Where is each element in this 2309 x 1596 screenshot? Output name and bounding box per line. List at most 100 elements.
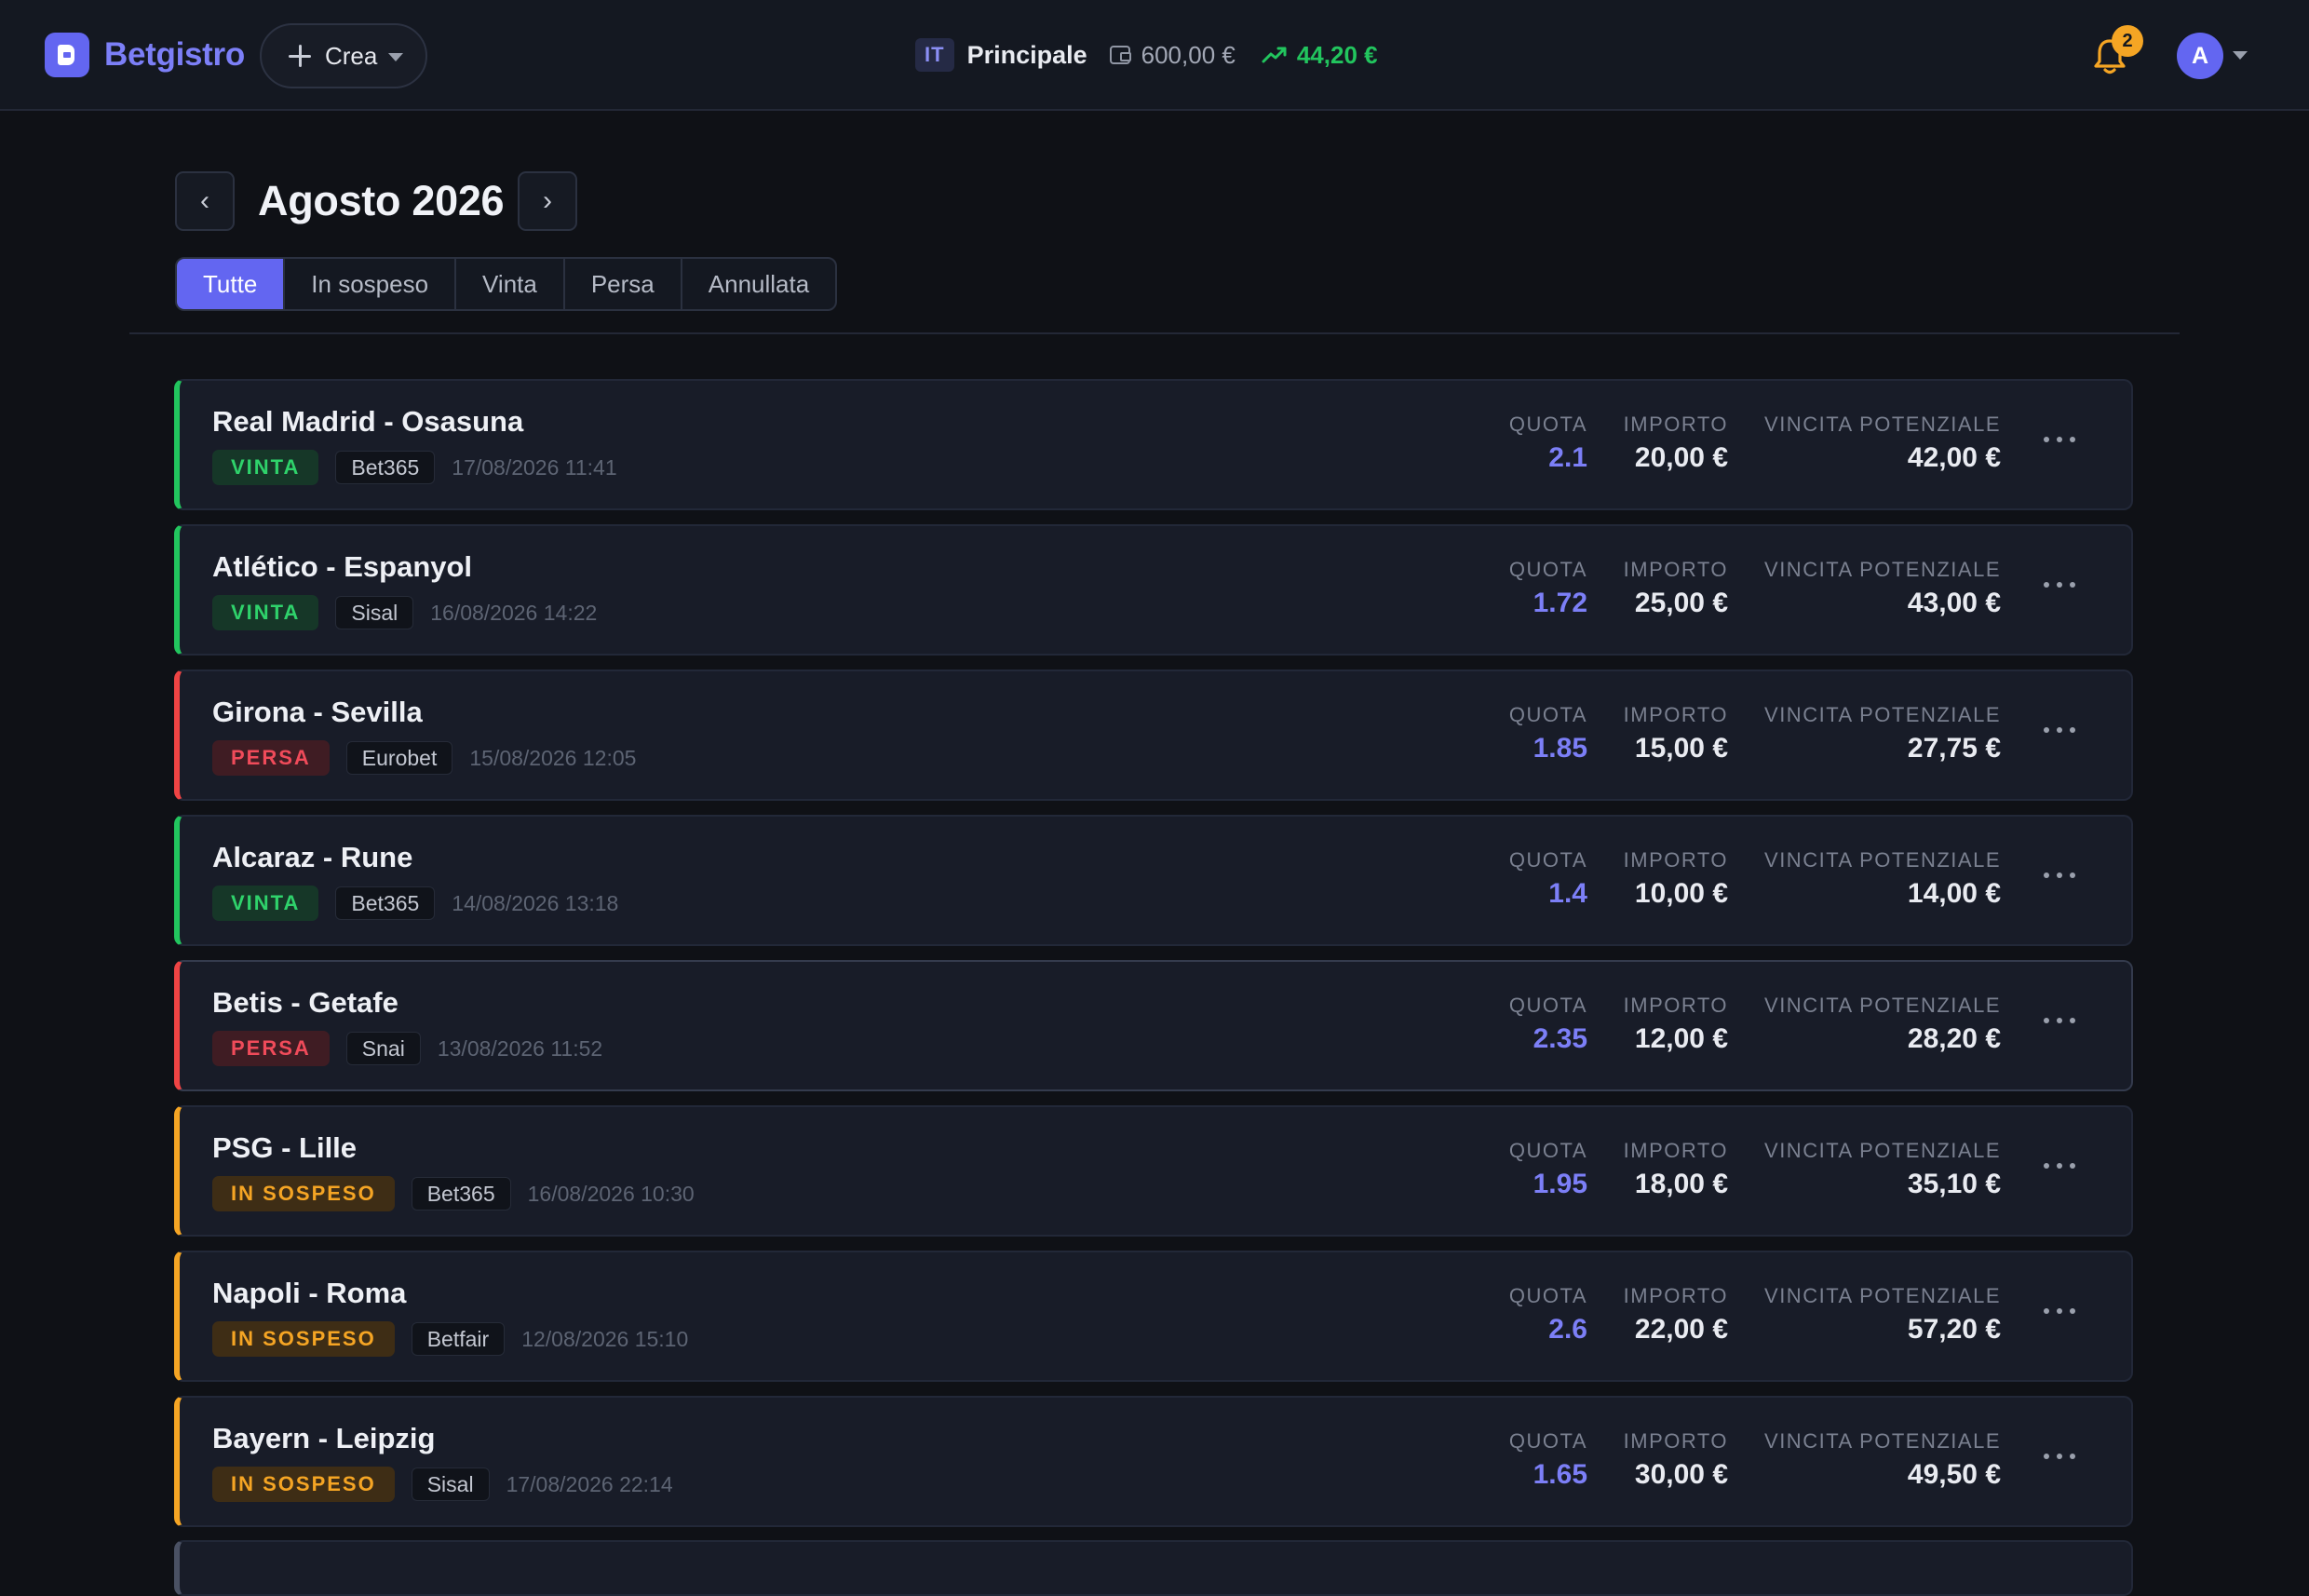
- potential-win-column: VINCITA POTENZIALE 57,20 €: [1764, 1284, 2001, 1346]
- stake-label: IMPORTO: [1623, 1429, 1728, 1453]
- odds-label: QUOTA: [1508, 558, 1587, 581]
- stake-label: IMPORTO: [1623, 994, 1728, 1017]
- bet-event: Real Madrid - Osasuna: [212, 405, 524, 438]
- odds-label: QUOTA: [1508, 413, 1587, 436]
- more-options-icon[interactable]: [2044, 725, 2075, 735]
- create-label: Crea: [325, 41, 378, 70]
- plus-icon: [288, 44, 312, 68]
- bet-row[interactable]: [174, 1540, 2133, 1596]
- stake-column: IMPORTO 18,00 €: [1624, 1139, 1728, 1200]
- bet-date: 15/08/2026 12:05: [469, 745, 637, 770]
- odds-label: QUOTA: [1508, 1139, 1587, 1162]
- create-button[interactable]: Crea: [260, 23, 427, 88]
- account-code-badge: IT: [915, 38, 954, 72]
- potential-win-label: VINCITA POTENZIALE: [1764, 1139, 2001, 1162]
- tab-won[interactable]: Vinta: [454, 259, 563, 309]
- bet-row[interactable]: Alcaraz - Rune VINTA Bet365 14/08/2026 1…: [174, 815, 2133, 946]
- potential-win-label: VINCITA POTENZIALE: [1764, 558, 2001, 581]
- bet-meta: IN SOSPESO Bet365 16/08/2026 10:30: [212, 1176, 695, 1211]
- stake-value: 18,00 €: [1634, 1169, 1728, 1199]
- bet-row[interactable]: Atlético - Espanyol VINTA Sisal 16/08/20…: [174, 524, 2133, 656]
- trending-up-icon: [1262, 47, 1287, 63]
- stake-label: IMPORTO: [1623, 558, 1728, 581]
- bookmaker-tag: Sisal: [411, 1468, 490, 1501]
- status-badge: VINTA: [212, 886, 319, 921]
- potential-win-label: VINCITA POTENZIALE: [1764, 1284, 2001, 1307]
- status-badge: PERSA: [212, 1031, 330, 1066]
- stake-value: 20,00 €: [1634, 442, 1728, 473]
- bet-meta: VINTA Bet365 17/08/2026 11:41: [212, 450, 617, 485]
- logo-icon: [45, 33, 89, 77]
- odds-value: 1.85: [1533, 733, 1587, 764]
- potential-win-label: VINCITA POTENZIALE: [1764, 703, 2001, 726]
- more-options-icon[interactable]: [2044, 1452, 2075, 1461]
- bet-date: 14/08/2026 13:18: [452, 890, 619, 915]
- bet-row[interactable]: Girona - Sevilla PERSA Eurobet 15/08/202…: [174, 670, 2133, 801]
- tab-pending[interactable]: In sospeso: [283, 259, 454, 309]
- bet-event: Betis - Getafe: [212, 986, 398, 1019]
- odds-label: QUOTA: [1508, 1284, 1587, 1307]
- brand[interactable]: Betgistro: [45, 33, 245, 77]
- stake-column: IMPORTO 10,00 €: [1624, 848, 1728, 910]
- bet-meta: PERSA Snai 13/08/2026 11:52: [212, 1031, 602, 1066]
- status-badge: IN SOSPESO: [212, 1321, 395, 1357]
- bet-row[interactable]: Real Madrid - Osasuna VINTA Bet365 17/08…: [174, 379, 2133, 510]
- stake-label: IMPORTO: [1623, 1139, 1728, 1162]
- potential-win-column: VINCITA POTENZIALE 14,00 €: [1764, 848, 2001, 910]
- next-month-button[interactable]: ›: [518, 171, 577, 231]
- chevron-down-icon: [388, 52, 404, 61]
- status-badge: IN SOSPESO: [212, 1467, 395, 1502]
- tab-all[interactable]: Tutte: [177, 259, 284, 309]
- bet-event: Girona - Sevilla: [212, 696, 423, 728]
- odds-column: QUOTA 1.65: [1509, 1429, 1587, 1491]
- avatar[interactable]: A: [2177, 33, 2223, 79]
- bookmaker-tag: Eurobet: [345, 741, 453, 775]
- bet-event: Bayern - Leipzig: [212, 1422, 436, 1454]
- stake-column: IMPORTO 15,00 €: [1624, 703, 1728, 764]
- stake-column: IMPORTO 25,00 €: [1624, 558, 1728, 619]
- bet-meta: PERSA Eurobet 15/08/2026 12:05: [212, 740, 636, 776]
- bet-date: 12/08/2026 15:10: [521, 1326, 689, 1351]
- bet-list: Real Madrid - Osasuna VINTA Bet365 17/08…: [174, 379, 2133, 1541]
- more-options-icon[interactable]: [2044, 1161, 2075, 1170]
- bet-row[interactable]: Napoli - Roma IN SOSPESO Betfair 12/08/2…: [174, 1251, 2133, 1382]
- bet-row[interactable]: Betis - Getafe PERSA Snai 13/08/2026 11:…: [174, 960, 2133, 1091]
- stake-value: 12,00 €: [1634, 1023, 1728, 1054]
- stake-value: 30,00 €: [1634, 1459, 1728, 1490]
- chevron-down-icon[interactable]: [2233, 51, 2248, 60]
- divider: [129, 332, 2180, 334]
- prev-month-button[interactable]: ‹: [175, 171, 235, 231]
- odds-value: 1.4: [1548, 878, 1587, 909]
- tab-void[interactable]: Annullata: [680, 259, 835, 309]
- notification-count-badge: 2: [2112, 25, 2143, 57]
- bookmaker-tag: Bet365: [335, 886, 436, 920]
- stake-label: IMPORTO: [1623, 703, 1728, 726]
- potential-win-column: VINCITA POTENZIALE 42,00 €: [1764, 413, 2001, 474]
- bet-meta: VINTA Sisal 16/08/2026 14:22: [212, 595, 597, 630]
- potential-win-value: 35,10 €: [1907, 1169, 2001, 1199]
- bet-meta: VINTA Bet365 14/08/2026 13:18: [212, 886, 618, 921]
- more-options-icon[interactable]: [2044, 871, 2075, 880]
- bet-row[interactable]: Bayern - Leipzig IN SOSPESO Sisal 17/08/…: [174, 1396, 2133, 1527]
- odds-column: QUOTA 2.1: [1509, 413, 1587, 474]
- more-options-icon[interactable]: [2044, 435, 2075, 444]
- bet-date: 17/08/2026 11:41: [452, 454, 617, 480]
- more-options-icon[interactable]: [2044, 1306, 2075, 1316]
- odds-column: QUOTA 1.95: [1509, 1139, 1587, 1200]
- bet-event: Atlético - Espanyol: [212, 550, 473, 583]
- bet-row[interactable]: PSG - Lille IN SOSPESO Bet365 16/08/2026…: [174, 1105, 2133, 1237]
- potential-win-value: 14,00 €: [1907, 878, 2001, 909]
- account-summary[interactable]: IT Principale 600,00 € 44,20 €: [915, 37, 1378, 73]
- potential-win-label: VINCITA POTENZIALE: [1764, 413, 2001, 436]
- bet-date: 16/08/2026 14:22: [430, 600, 598, 625]
- stake-value: 25,00 €: [1634, 588, 1728, 618]
- potential-win-label: VINCITA POTENZIALE: [1764, 848, 2001, 872]
- odds-value: 1.72: [1533, 588, 1587, 618]
- tab-lost[interactable]: Persa: [562, 259, 681, 309]
- bookmaker-tag: Bet365: [411, 1177, 511, 1211]
- odds-value: 2.6: [1548, 1314, 1587, 1345]
- more-options-icon[interactable]: [2044, 580, 2075, 589]
- top-bar: Betgistro Crea IT Principale 600,00 € 44…: [0, 0, 2309, 111]
- potential-win-label: VINCITA POTENZIALE: [1764, 994, 2001, 1017]
- more-options-icon[interactable]: [2044, 1016, 2075, 1025]
